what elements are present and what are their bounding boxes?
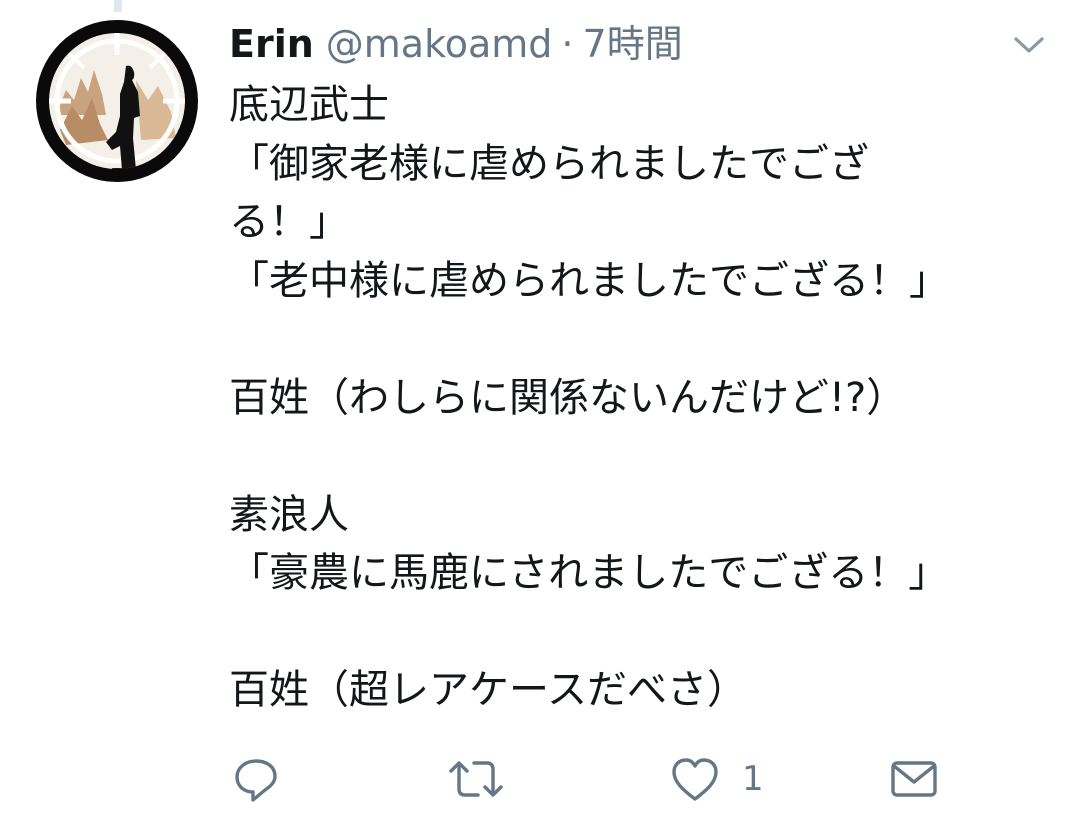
envelope-icon [891,761,937,797]
tweet-text-line: 百姓（わしらに関係ないんだけど!?） [229,374,907,421]
tweet-text-line: 「御家老様に虐められましたでござ [229,140,869,187]
tweet-text-line: 百姓（超レアケースだべさ） [229,667,747,713]
chevron-down-icon [1014,37,1044,53]
avatar[interactable] [36,20,198,182]
thread-connector-line [114,0,122,12]
tweet-timestamp[interactable]: 7時間 [583,20,683,68]
heart-icon [672,758,718,801]
tweet-text-line: 「老中様に虐められましたでござる！」 [229,257,949,304]
like-count: 1 [742,759,764,799]
retweet-button[interactable] [448,755,504,803]
tweet-header: Erin @makoamd · 7時間 [229,20,683,68]
author-handle[interactable]: @makoamd [326,20,553,68]
direct-message-button[interactable] [889,755,939,803]
tweet-options-button[interactable] [1012,32,1046,58]
avatar-image [36,20,198,182]
tweet-text-line: 素浪人 [229,491,349,538]
tweet-text: 底辺武士 「御家老様に虐められましたでござ る！」 「老中様に虐められましたでご… [229,76,1029,720]
tweet-text-line [229,603,1029,662]
tweet-text-line: 「豪農に馬鹿にされましたでござる！」 [229,550,949,596]
author-name[interactable]: Erin [229,20,314,68]
retweet-icon [449,761,503,797]
tweet-text-line [229,427,1029,486]
header-separator: · [561,22,574,66]
like-button[interactable]: 1 [670,755,764,803]
tweet-text-line: る！」 [229,199,349,245]
reply-icon [235,759,277,802]
tweet-text-line: 底辺武士 [229,82,389,128]
reply-button[interactable] [232,755,280,803]
tweet-text-line [229,310,1029,369]
